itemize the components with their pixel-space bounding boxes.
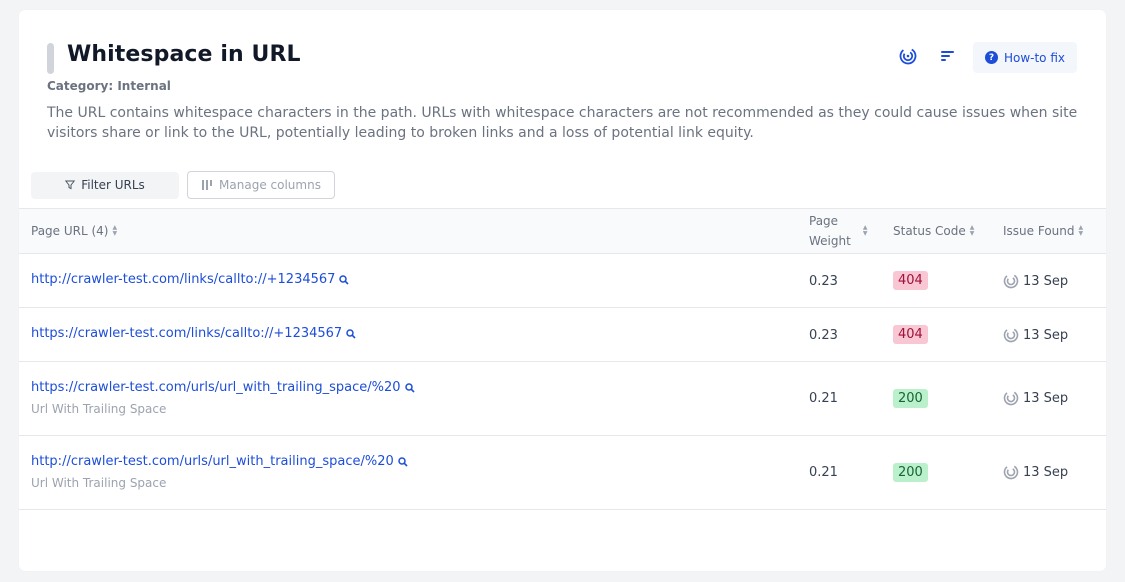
page-weight-value: 0.21 — [809, 391, 838, 406]
page-title: Whitespace in URL — [67, 42, 301, 67]
issue-found-date: 13 Sep — [1023, 327, 1069, 343]
url-cell: https://crawler-test.com/urls/url_with_t… — [31, 380, 415, 416]
table-row: https://crawler-test.com/urls/url_with_t… — [19, 362, 1106, 436]
column-header-page-url[interactable]: Page URL (4) ▲ ▼ — [31, 209, 117, 253]
columns-icon — [201, 179, 213, 191]
crawl-icon — [899, 47, 917, 69]
category-value: Internal — [117, 79, 171, 93]
category-label: Category: — [47, 79, 114, 93]
page-weight-value: 0.23 — [809, 328, 838, 343]
issue-description: The URL contains whitespace characters i… — [47, 105, 1078, 141]
url-cell: http://crawler-test.com/links/callto://+… — [31, 272, 350, 287]
issue-card: Whitespace in URL Category: Internal The… — [19, 10, 1106, 571]
header-actions: ? How-to fix — [893, 42, 1077, 73]
table-toolbar: Filter URLs Manage columns — [31, 171, 335, 199]
filter-urls-button[interactable]: Filter URLs — [31, 171, 179, 199]
how-to-fix-button[interactable]: ? How-to fix — [972, 42, 1077, 73]
sort-arrows-icon: ▲ ▼ — [862, 224, 868, 237]
column-header-issue-found[interactable]: Issue Found ▲ ▼ — [1003, 209, 1083, 253]
column-label-page-url: Page URL (4) — [31, 224, 109, 238]
column-header-status-code[interactable]: Status Code ▲ ▼ — [893, 209, 974, 253]
sort-arrows-icon: ▲ ▼ — [969, 224, 975, 237]
how-to-fix-label: How-to fix — [1003, 50, 1065, 65]
page-weight-value: 0.21 — [809, 465, 838, 480]
column-label-issue-found: Issue Found — [1003, 224, 1075, 238]
page-url-link[interactable]: https://crawler-test.com/links/callto://… — [31, 326, 342, 341]
issue-found-cell: 13 Sep — [1003, 390, 1068, 406]
crawl-icon — [1003, 464, 1019, 480]
crawl-button[interactable] — [893, 43, 923, 73]
status-cell: 404 — [893, 271, 928, 290]
column-label-status-code: Status Code — [893, 224, 966, 238]
title-accent-bar — [47, 43, 54, 74]
page-weight-value: 0.23 — [809, 274, 838, 289]
question-icon: ? — [984, 51, 998, 64]
status-cell: 404 — [893, 325, 928, 344]
sort-arrows-icon: ▲ ▼ — [1078, 224, 1084, 237]
issue-category: Category: Internal — [47, 79, 171, 93]
issue-found-cell: 13 Sep — [1003, 327, 1068, 343]
column-label-page-weight: Page Weight — [809, 211, 851, 251]
crawl-icon — [1003, 273, 1019, 289]
search-icon[interactable] — [398, 456, 408, 467]
status-badge: 200 — [893, 389, 928, 408]
page-url-link[interactable]: http://crawler-test.com/links/callto://+… — [31, 272, 335, 287]
url-cell: https://crawler-test.com/links/callto://… — [31, 326, 356, 341]
page-url-link[interactable]: http://crawler-test.com/urls/url_with_tr… — [31, 454, 394, 469]
search-icon[interactable] — [346, 328, 356, 339]
column-label-weight-line2: Weight — [809, 234, 851, 248]
urls-table: Page URL (4) ▲ ▼ Page Weight ▲ ▼ Status Co… — [19, 208, 1106, 510]
crawl-icon — [1003, 390, 1019, 406]
status-badge: 404 — [893, 271, 928, 290]
column-header-page-weight[interactable]: Page Weight ▲ ▼ — [809, 211, 867, 251]
status-cell: 200 — [893, 463, 928, 482]
status-cell: 200 — [893, 389, 928, 408]
sort-button[interactable] — [933, 43, 963, 73]
filter-urls-label: Filter URLs — [81, 178, 145, 192]
table-row: http://crawler-test.com/links/callto://+… — [19, 254, 1106, 308]
crawl-icon — [1003, 327, 1019, 343]
search-icon[interactable] — [404, 382, 415, 393]
page-title-subtext: Url With Trailing Space — [31, 402, 167, 416]
column-label-weight-line1: Page — [809, 214, 839, 228]
status-badge: 200 — [893, 463, 928, 482]
sort-lines-icon — [940, 48, 956, 67]
manage-columns-button[interactable]: Manage columns — [187, 171, 335, 199]
issue-found-date: 13 Sep — [1023, 273, 1069, 289]
search-icon[interactable] — [339, 274, 350, 285]
issue-found-cell: 13 Sep — [1003, 273, 1068, 289]
url-cell: http://crawler-test.com/urls/url_with_tr… — [31, 454, 408, 490]
issue-found-date: 13 Sep — [1023, 464, 1069, 480]
table-row: http://crawler-test.com/urls/url_with_tr… — [19, 436, 1106, 510]
issue-found-date: 13 Sep — [1023, 390, 1069, 406]
table-header: Page URL (4) ▲ ▼ Page Weight ▲ ▼ Status Co… — [19, 208, 1106, 254]
page-title-subtext: Url With Trailing Space — [31, 476, 167, 490]
page-url-link[interactable]: https://crawler-test.com/urls/url_with_t… — [31, 380, 401, 395]
sort-arrows-icon: ▲ ▼ — [112, 224, 118, 237]
table-row: https://crawler-test.com/links/callto://… — [19, 308, 1106, 362]
status-badge: 404 — [893, 325, 928, 344]
manage-columns-label: Manage columns — [219, 178, 321, 192]
issue-found-cell: 13 Sep — [1003, 464, 1068, 480]
funnel-icon — [65, 180, 76, 190]
